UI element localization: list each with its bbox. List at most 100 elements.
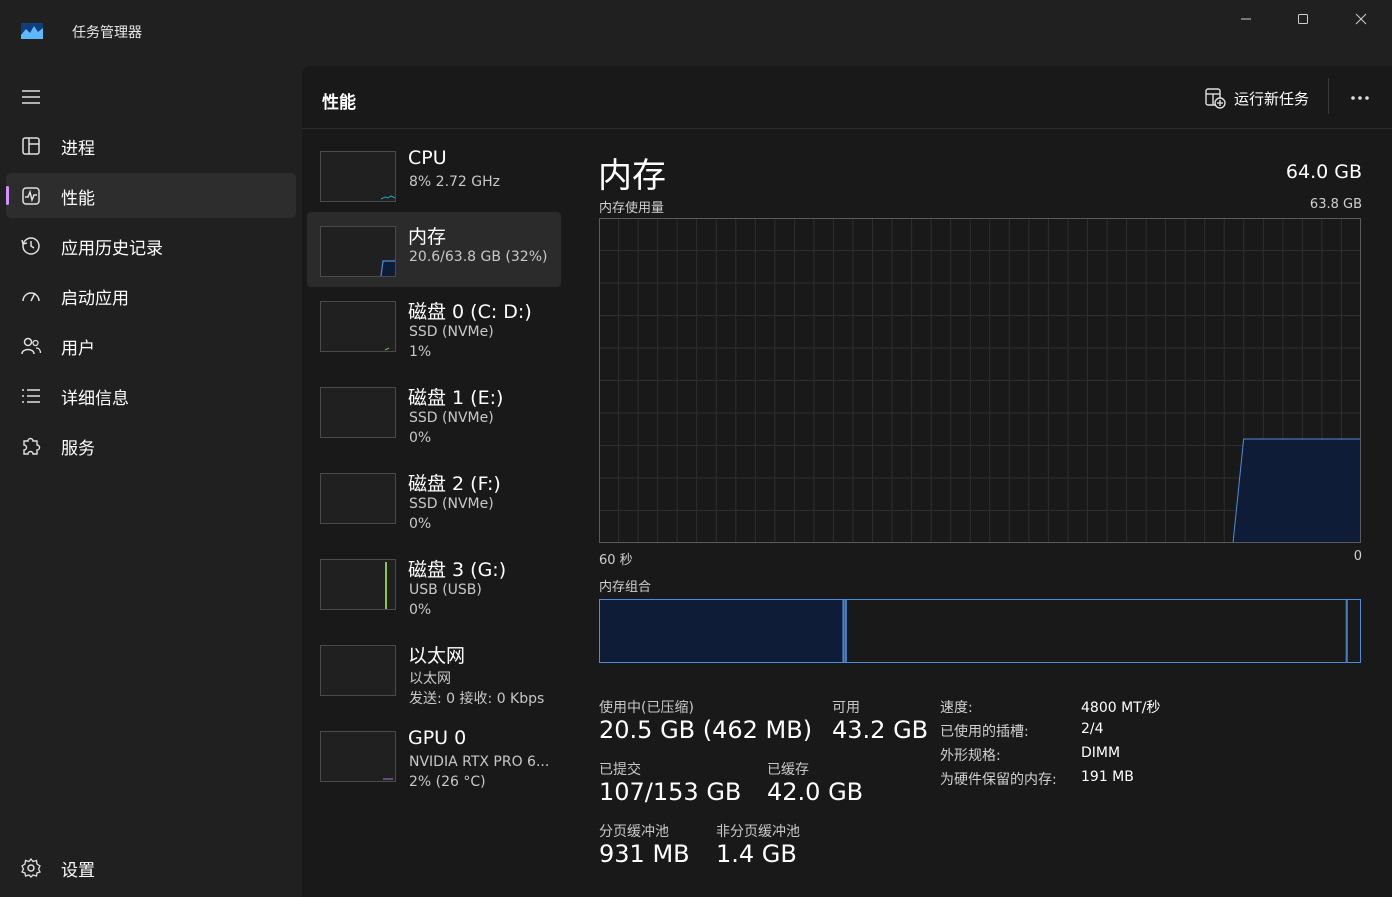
users-icon	[21, 337, 42, 355]
disk-thumbnail-graph	[320, 301, 396, 352]
modified-segment	[843, 599, 846, 663]
run-new-task-label: 运行新任务	[1234, 89, 1310, 108]
device-name: 以太网	[408, 645, 466, 667]
in-use-label: 使用中(已压缩)	[599, 700, 694, 716]
sidebar-item-label: 进程	[61, 139, 95, 159]
sidebar: 进程 性能 应用历史记录 启动应用 用户 详细信息 服务 设置	[0, 62, 302, 897]
spec-value: 4800 MT/秒	[1081, 700, 1161, 716]
sidebar-item-startup[interactable]: 启动应用	[6, 273, 296, 318]
settings-label: 设置	[61, 861, 95, 881]
device-detail: 0%	[409, 516, 432, 532]
sidebar-item-label: 启动应用	[61, 289, 129, 309]
device-detail: 以太网	[409, 671, 451, 687]
sidebar-item-processes[interactable]: 进程	[6, 123, 296, 168]
maximize-icon	[1298, 14, 1308, 24]
app-title: 任务管理器	[72, 25, 142, 41]
memory-title: 内存	[598, 156, 666, 196]
services-puzzle-icon	[23, 437, 41, 455]
device-item-disk-2[interactable]: 磁盘 2 (F:) SSD (NVMe) 0%	[307, 459, 561, 534]
device-item-gpu-0[interactable]: GPU 0 NVIDIA RTX PRO 6... 2% (26 °C)	[307, 717, 561, 792]
sidebar-item-label: 服务	[61, 439, 95, 459]
new-task-icon	[1205, 88, 1226, 109]
device-name: GPU 0	[408, 727, 467, 749]
committed-value: 107/153 GB	[599, 778, 742, 806]
device-item-memory[interactable]: 内存 20.6/63.8 GB (32%)	[307, 212, 561, 287]
minimize-icon	[1241, 18, 1251, 20]
nonpaged-pool-label: 非分页缓冲池	[716, 824, 800, 840]
device-detail: 2% (26 °C)	[409, 774, 486, 790]
device-name: 磁盘 0 (C: D:)	[408, 301, 532, 323]
memory-total: 64.0 GB	[1285, 161, 1362, 183]
startup-icon	[22, 292, 40, 302]
sidebar-item-users[interactable]: 用户	[6, 323, 296, 368]
time-axis-end: 0	[1353, 549, 1362, 564]
committed-label: 已提交	[599, 762, 641, 778]
disk-thumbnail-graph	[320, 473, 396, 524]
memory-usage-graph	[599, 218, 1361, 543]
memory-usage-max: 63.8 GB	[1309, 197, 1362, 212]
spec-label: 为硬件保留的内存:	[940, 772, 1057, 788]
device-detail: NVIDIA RTX PRO 6...	[409, 754, 550, 770]
sidebar-item-performance[interactable]: 性能	[6, 173, 296, 218]
available-value: 43.2 GB	[832, 716, 929, 744]
time-axis-start: 60 秒	[599, 553, 633, 568]
device-detail: SSD (NVMe)	[409, 324, 494, 340]
device-item-disk-1[interactable]: 磁盘 1 (E:) SSD (NVMe) 0%	[307, 373, 561, 448]
device-detail: 0%	[409, 430, 432, 446]
device-detail: 1%	[409, 344, 432, 360]
memory-composition-label: 内存组合	[599, 580, 652, 595]
cached-value: 42.0 GB	[767, 778, 864, 806]
active-indicator	[6, 186, 9, 205]
minimize-button[interactable]	[1223, 8, 1269, 30]
sidebar-item-label: 用户	[61, 339, 95, 359]
sidebar-item-label: 应用历史记录	[61, 239, 163, 259]
device-item-disk-3[interactable]: 磁盘 3 (G:) USB (USB) 0%	[307, 545, 561, 620]
device-name: 内存	[408, 226, 447, 248]
cpu-thumbnail-graph	[320, 151, 396, 202]
cached-label: 已缓存	[767, 762, 809, 778]
close-icon	[1355, 13, 1367, 25]
spec-value: 191 MB	[1081, 769, 1134, 785]
spec-label: 外形规格:	[940, 748, 1001, 764]
sidebar-item-label: 详细信息	[61, 389, 129, 409]
in-use-value: 20.5 GB (462 MB)	[599, 716, 813, 744]
paged-pool-value: 931 MB	[599, 840, 690, 868]
ethernet-thumbnail-graph	[320, 645, 396, 696]
spec-label: 速度:	[940, 700, 973, 716]
task-manager-icon	[21, 23, 43, 39]
device-item-cpu[interactable]: CPU 8% 2.72 GHz	[307, 137, 561, 212]
paged-pool-label: 分页缓冲池	[599, 824, 669, 840]
main-panel: 性能 运行新任务 CPU 8% 2.72 GHz 内存 20.6/63.8 GB…	[302, 66, 1392, 897]
gear-icon	[21, 857, 41, 878]
page-title: 性能	[322, 93, 356, 113]
sidebar-item-settings[interactable]: 设置	[6, 845, 296, 890]
title-bar: 任务管理器	[0, 0, 1392, 62]
device-name: CPU	[408, 147, 447, 169]
device-detail: 0%	[409, 602, 432, 618]
run-new-task-button[interactable]: 运行新任务	[1204, 86, 1309, 110]
memory-usage-label: 内存使用量	[599, 201, 665, 216]
device-item-disk-0[interactable]: 磁盘 0 (C: D:) SSD (NVMe) 1%	[307, 287, 561, 362]
gpu-thumbnail-graph	[320, 731, 396, 782]
maximize-button[interactable]	[1280, 8, 1326, 30]
page-header: 性能 运行新任务	[302, 66, 1392, 129]
spec-label: 已使用的插槽:	[940, 724, 1029, 740]
nonpaged-pool-value: 1.4 GB	[716, 840, 797, 868]
header-divider	[1328, 78, 1329, 114]
device-detail: SSD (NVMe)	[409, 410, 494, 426]
sidebar-item-app-history[interactable]: 应用历史记录	[6, 223, 296, 268]
hamburger-menu-icon[interactable]	[20, 88, 42, 106]
close-button[interactable]	[1338, 8, 1384, 30]
available-label: 可用	[832, 700, 860, 716]
standby-segment	[845, 599, 1347, 663]
memory-composition-bar	[599, 599, 1361, 663]
more-options-icon[interactable]	[1348, 86, 1372, 110]
sidebar-item-services[interactable]: 服务	[6, 423, 296, 468]
sidebar-item-details[interactable]: 详细信息	[6, 373, 296, 418]
device-detail: 8% 2.72 GHz	[409, 174, 501, 190]
device-item-ethernet[interactable]: 以太网 以太网 发送: 0 接收: 0 Kbps	[307, 631, 561, 707]
details-list-icon	[22, 389, 40, 403]
spec-value: 2/4	[1081, 721, 1104, 737]
device-detail: 发送: 0 接收: 0 Kbps	[409, 691, 545, 707]
history-icon	[21, 237, 40, 255]
